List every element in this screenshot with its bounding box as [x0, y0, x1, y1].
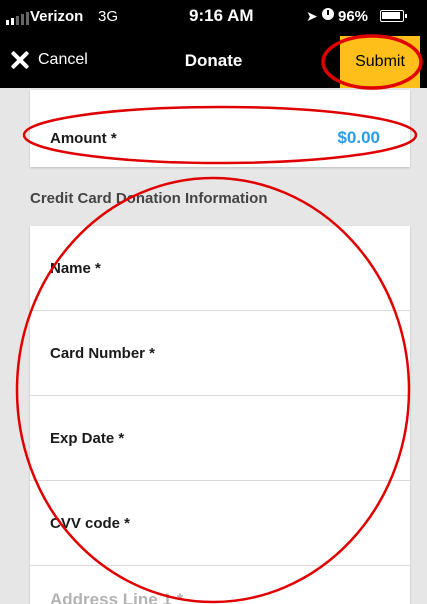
battery-icon	[380, 10, 407, 22]
cvv-field[interactable]: CVV code *	[30, 481, 410, 566]
cancel-button[interactable]: Cancel	[10, 50, 88, 70]
address-line-1-field[interactable]: Address Line 1 *	[30, 566, 410, 604]
alarm-icon	[322, 8, 334, 20]
card-number-label: Card Number *	[50, 345, 156, 362]
submit-button[interactable]: Submit	[340, 36, 420, 88]
card-number-field[interactable]: Card Number *	[30, 311, 410, 396]
amount-label: Amount *	[50, 130, 117, 147]
section-title: Credit Card Donation Information	[30, 190, 268, 207]
close-icon	[10, 50, 30, 70]
amount-value[interactable]: $0.00	[337, 128, 380, 148]
clock: 9:16 AM	[189, 6, 254, 25]
cvv-label: CVV code *	[50, 515, 131, 532]
exp-date-label: Exp Date *	[50, 430, 125, 447]
network-type: 3G	[98, 8, 119, 25]
carrier-name: Verizon	[30, 8, 84, 25]
cancel-label: Cancel	[38, 51, 88, 68]
exp-date-field[interactable]: Exp Date *	[30, 396, 410, 481]
amount-field[interactable]: Amount * $0.00	[30, 90, 410, 167]
name-field[interactable]: Name *	[30, 226, 410, 311]
navigation-bar: Cancel Donate Submit	[0, 36, 427, 88]
address-line-1-placeholder: Address Line 1 *	[50, 590, 184, 604]
battery-percentage: 96%	[338, 8, 369, 25]
signal-strength-icon	[6, 12, 29, 25]
name-label: Name *	[50, 260, 101, 277]
status-bar: Verizon 3G 9:16 AM ➤ 96%	[0, 0, 427, 36]
location-arrow-icon: ➤	[306, 8, 318, 24]
